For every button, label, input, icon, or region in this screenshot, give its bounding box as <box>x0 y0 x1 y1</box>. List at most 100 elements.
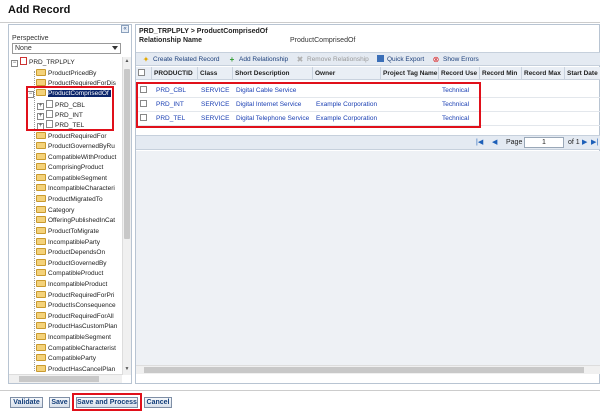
folder-icon <box>36 69 46 76</box>
column-header-record-max[interactable]: Record Max <box>522 67 565 80</box>
tree-node[interactable]: ProductGovernedByRu <box>36 142 115 151</box>
relationship-name-label: Relationship Name <box>139 37 203 44</box>
folder-icon <box>36 259 46 266</box>
tree-node[interactable]: IncompatibleParty <box>36 238 100 247</box>
folder-icon <box>36 227 46 234</box>
column-header-project-tag-name[interactable]: Project Tag Name <box>381 67 439 80</box>
next-page-icon[interactable]: ▶ <box>582 138 587 148</box>
plus-icon: + <box>229 55 235 64</box>
folder-icon <box>36 216 46 223</box>
tree-vertical-scrollbar[interactable]: ▲ ▼ <box>122 57 131 375</box>
tree-node[interactable]: CompatibleCharacterist <box>36 344 116 353</box>
tree-node-label: IncompatibleSegment <box>48 334 111 341</box>
validate-button[interactable]: Validate <box>10 397 43 408</box>
tree-node-label: Category <box>48 207 75 214</box>
tree-node-label: CompatibleParty <box>48 355 97 362</box>
column-header-productid[interactable]: PRODUCTID <box>152 67 198 80</box>
perspective-label: Perspective <box>12 35 49 42</box>
folder-icon <box>36 142 46 149</box>
pagination-bar: |◀ ◀ Page 1 of 1 ▶ ▶| <box>136 135 600 150</box>
tree-node[interactable]: ProductRequiredFor <box>36 132 107 141</box>
folder-icon <box>36 248 46 255</box>
tree-node[interactable]: ProductHasCancelPlan <box>36 365 115 374</box>
tree-node-label: IncompatibleProduct <box>48 281 108 288</box>
scroll-up-icon[interactable]: ▲ <box>124 58 130 66</box>
tree-node[interactable]: CompatibleParty <box>36 354 96 363</box>
tree-node-label: ProductToMigrate <box>48 228 99 235</box>
create-related-record-button[interactable]: ✦ Create Related Record <box>142 55 220 65</box>
column-header-start-date[interactable]: Start Date <box>565 67 600 80</box>
folder-icon <box>36 79 46 86</box>
folder-icon <box>36 238 46 245</box>
collapse-panel-button[interactable]: « <box>121 25 129 33</box>
tree-node[interactable]: ProductHasCustomPlan <box>36 322 117 331</box>
collapse-icon[interactable]: − <box>11 60 18 67</box>
footer-divider <box>0 390 600 391</box>
folder-icon <box>36 365 46 372</box>
tree-node-label: ProductHasCustomPlan <box>48 323 118 330</box>
tree-node[interactable]: CompatibleSegment <box>36 174 107 183</box>
column-header-select[interactable] <box>136 67 152 80</box>
folder-icon <box>36 354 46 361</box>
highlight-box-button <box>72 393 142 411</box>
column-header-record-use[interactable]: Record Use <box>439 67 480 80</box>
tree-node[interactable]: ProductRequiredForAll <box>36 312 114 321</box>
folder-icon <box>36 312 46 319</box>
error-icon: ⊗ <box>432 55 440 64</box>
add-relationship-button[interactable]: + Add Relationship <box>228 55 289 65</box>
tree-node[interactable]: IncompatibleSegment <box>36 333 111 342</box>
folder-icon <box>36 269 46 276</box>
scrollbar-thumb[interactable] <box>144 367 584 373</box>
column-header-class[interactable]: Class <box>198 67 233 80</box>
tree-node-label: CompatibleCharacterist <box>48 345 116 352</box>
column-header-record-min[interactable]: Record Min <box>480 67 522 80</box>
show-errors-button[interactable]: ⊗ Show Errors <box>432 55 479 65</box>
tree-node[interactable]: ProductGovernedBy <box>36 259 107 268</box>
scroll-down-icon[interactable]: ▼ <box>124 366 130 374</box>
folder-icon <box>36 333 46 340</box>
perspective-select[interactable]: None <box>12 43 121 54</box>
tree-node[interactable]: ProductToMigrate <box>36 227 99 236</box>
tree-node[interactable]: OfferingPublishedInCat <box>36 216 115 225</box>
select-all-checkbox[interactable] <box>138 69 145 76</box>
save-button[interactable]: Save <box>49 397 70 408</box>
tree-node-label: ProductGovernedByRu <box>48 143 115 150</box>
cancel-button[interactable]: Cancel <box>144 397 172 408</box>
tree-node[interactable]: ProductIsConsequence <box>36 301 116 310</box>
tree-node-root[interactable]: − PRD_TRPLPLY <box>11 57 75 67</box>
tree-node-label: ProductDependsOn <box>48 249 106 256</box>
scrollbar-thumb[interactable] <box>124 69 130 239</box>
tree-node[interactable]: ProductDependsOn <box>36 248 105 257</box>
tree-node-label: CompatibleWithProduct <box>48 154 117 161</box>
tree-horizontal-scrollbar[interactable] <box>9 374 122 383</box>
folder-icon <box>36 280 46 287</box>
folder-icon <box>36 206 46 213</box>
tree-node[interactable]: ProductMigratedTo <box>36 195 103 204</box>
folder-icon <box>36 195 46 202</box>
tree-node[interactable]: CompatibleWithProduct <box>36 153 116 162</box>
tree-node[interactable]: ProductRequiredForPri <box>36 291 114 300</box>
tree-node[interactable]: IncompatibleProduct <box>36 280 107 289</box>
scrollbar-thumb[interactable] <box>19 376 99 382</box>
column-header-owner[interactable]: Owner <box>313 67 381 80</box>
first-page-icon[interactable]: |◀ <box>476 138 483 148</box>
tree-node[interactable]: ProductPricedBy <box>36 69 96 78</box>
tree-node[interactable]: CompatibleProduct <box>36 269 103 278</box>
folder-icon <box>36 344 46 351</box>
page-number-input[interactable]: 1 <box>524 137 564 148</box>
last-page-icon[interactable]: ▶| <box>591 138 598 148</box>
remove-icon: ✖ <box>296 55 304 64</box>
previous-page-icon[interactable]: ◀ <box>492 138 497 148</box>
column-header-short-description[interactable]: Short Description <box>233 67 313 80</box>
tree-node-label: CompatibleProduct <box>48 270 104 277</box>
relationship-panel-body <box>136 151 600 374</box>
grid-horizontal-scrollbar[interactable] <box>136 365 600 374</box>
tree-node-label: ProductIsConsequence <box>48 302 116 309</box>
tree-node[interactable]: IncompatibleCharacteri <box>36 184 115 193</box>
remove-relationship-button[interactable]: ✖ Remove Relationship <box>296 55 369 65</box>
relationship-name-value: ProductComprisedOf <box>290 37 356 44</box>
tree-node[interactable]: Category <box>36 206 74 215</box>
tree-node[interactable]: ComprisingProduct <box>36 163 103 172</box>
tree-node-label: ProductRequiredFor <box>48 133 107 140</box>
quick-export-button[interactable]: Quick Export <box>377 55 424 65</box>
